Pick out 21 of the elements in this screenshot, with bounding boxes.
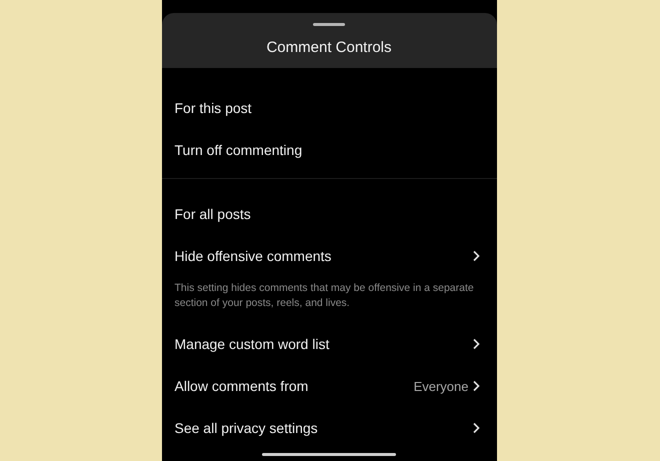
chevron-right-icon	[472, 250, 480, 262]
settings-row[interactable]: Allow comments from Everyone	[162, 365, 496, 407]
settings-row[interactable]: See all privacy settings	[162, 407, 496, 449]
settings-row[interactable]: Hide offensive comments	[162, 235, 496, 277]
section-header: For all posts	[174, 205, 252, 224]
row-label: Hide offensive comments	[174, 248, 332, 264]
row-label: See all privacy settings	[174, 420, 318, 436]
drag-handle[interactable]	[313, 23, 345, 26]
row-label: Turn off commenting	[174, 142, 302, 158]
chevron-right-icon	[472, 380, 480, 392]
row-value: Everyone	[414, 378, 468, 394]
section-header: For this post	[174, 99, 253, 118]
home-indicator[interactable]	[262, 453, 396, 456]
settings-row[interactable]: Manage custom word list	[162, 323, 496, 365]
chevron-right-icon	[472, 338, 480, 350]
setting-description: This setting hides comments that may be offensive in a separate section of your posts, reels, and lives.	[174, 281, 475, 311]
settings-row[interactable]: Turn off commenting	[162, 129, 496, 171]
chevron-right-icon	[472, 422, 480, 434]
row-label: Allow comments from	[174, 378, 308, 394]
sheet-title: Comment Controls	[266, 39, 392, 56]
row-label: Manage custom word list	[174, 336, 330, 352]
